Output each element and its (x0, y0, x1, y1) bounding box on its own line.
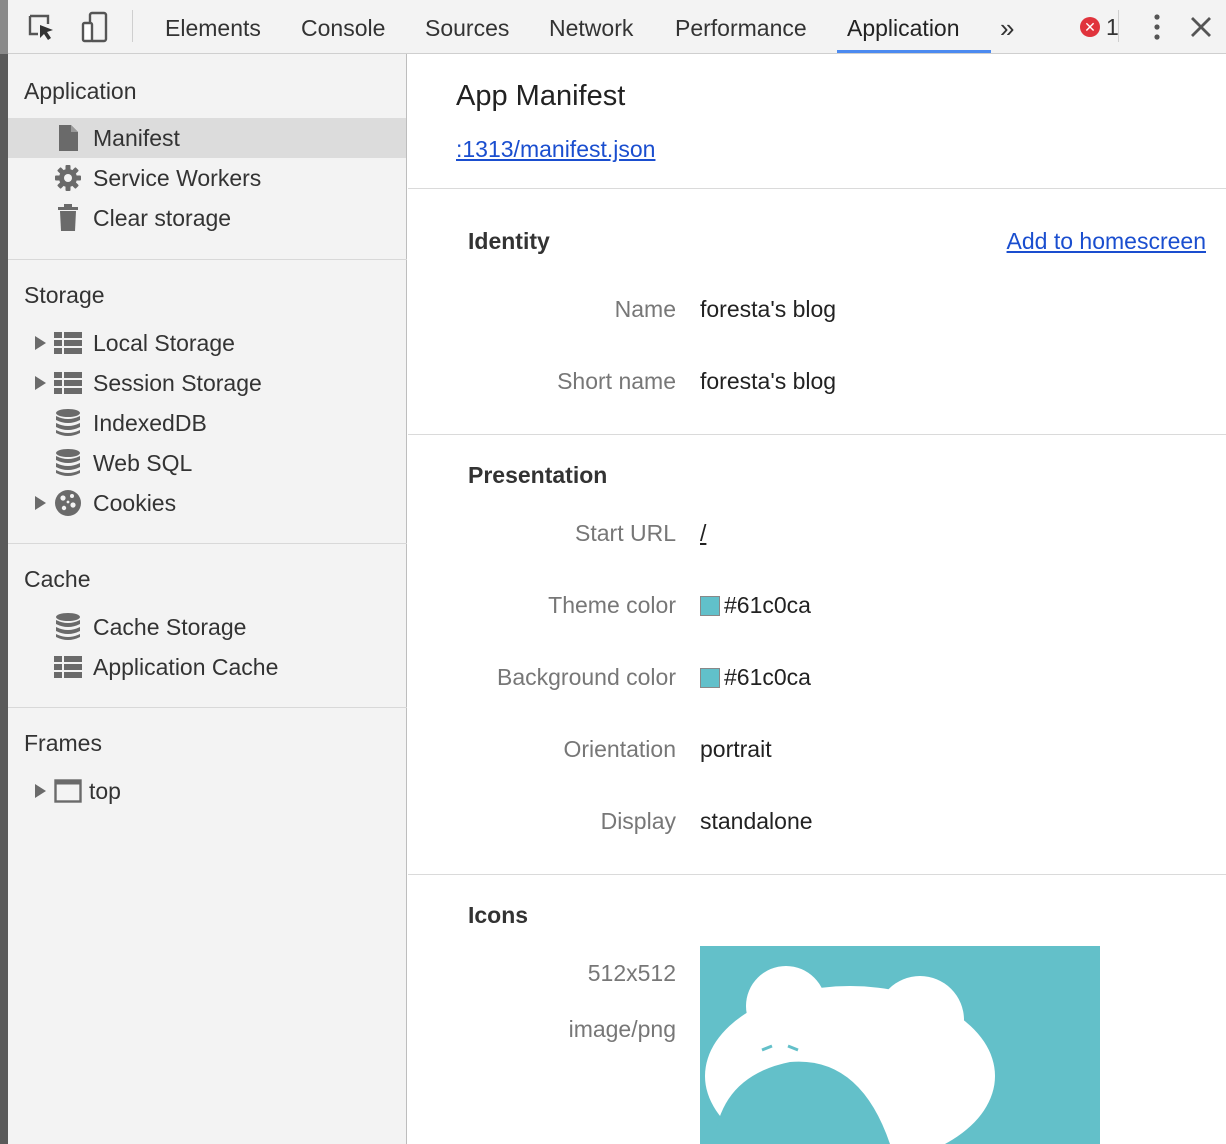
icons-title: Icons (468, 902, 529, 928)
sidebar-item-web-sql[interactable]: Web SQL (8, 443, 406, 483)
tab-console[interactable]: Console (301, 0, 385, 54)
tab-elements[interactable]: Elements (165, 0, 261, 54)
section-title-storage: Storage (24, 282, 105, 308)
section-divider (408, 434, 1226, 435)
inspect-element-icon[interactable] (22, 8, 60, 46)
sidebar-item-label: Cache Storage (93, 613, 247, 640)
toolbar-separator (1118, 10, 1119, 42)
sidebar-item-label: Clear storage (93, 204, 232, 231)
section-divider (408, 188, 1226, 189)
sidebar-item-label: Session Storage (93, 369, 262, 396)
trash-icon (54, 204, 82, 232)
icon-size-label: 512x512 (587, 960, 676, 986)
background-color-value: #61c0ca (700, 664, 811, 691)
sidebar-item-cookies[interactable]: Cookies (8, 483, 406, 523)
background-color-label: Background color (497, 664, 676, 690)
display-label: Display (600, 808, 676, 834)
document-icon (54, 124, 82, 152)
name-value: foresta's blog (700, 296, 837, 322)
grid-icon (54, 369, 82, 397)
sidebar-item-label: Manifest (93, 124, 180, 151)
tab-network[interactable]: Network (549, 0, 633, 54)
sidebar-item-manifest[interactable]: Manifest (8, 118, 406, 158)
theme-color-label: Theme color (548, 592, 676, 618)
grid-icon (54, 653, 82, 681)
cookie-icon (54, 489, 82, 517)
icon-type-label: image/png (568, 1016, 676, 1042)
window-edge (0, 0, 8, 1144)
error-count: 1 (1106, 13, 1119, 40)
grid-icon (54, 329, 82, 357)
tab-sources[interactable]: Sources (425, 0, 509, 54)
active-tab-indicator (837, 50, 991, 53)
sidebar-divider (8, 259, 407, 260)
page-title: App Manifest (456, 80, 626, 112)
orientation-value: portrait (700, 736, 772, 762)
sidebar-item-application-cache[interactable]: Application Cache (8, 647, 406, 687)
sidebar-item-label: IndexedDB (93, 409, 207, 436)
sidebar-item-clear-storage[interactable]: Clear storage (8, 198, 406, 238)
sidebar-item-label: Service Workers (93, 164, 262, 191)
sidebar-item-indexeddb[interactable]: IndexedDB (8, 403, 406, 443)
orientation-label: Orientation (563, 736, 676, 762)
background-color-swatch (700, 667, 720, 688)
kebab-menu-icon[interactable] (1138, 8, 1176, 46)
sidebar-item-session-storage[interactable]: Session Storage (8, 363, 406, 403)
start-url-link[interactable]: / (700, 520, 706, 547)
database-icon (54, 449, 82, 477)
application-sidebar: Application Manifest Service Workers Cle… (8, 54, 407, 1144)
expand-arrow-icon[interactable] (34, 376, 46, 390)
background-color-text: #61c0ca (724, 664, 811, 690)
start-url-label: Start URL (575, 520, 676, 546)
manifest-link[interactable]: :1313/manifest.json (456, 136, 655, 163)
close-icon[interactable] (1182, 8, 1220, 46)
gear-icon (54, 164, 82, 192)
devtools-toolbar: Elements Console Sources Network Perform… (8, 0, 1226, 54)
sidebar-item-label: Cookies (93, 489, 177, 516)
sidebar-item-cache-storage[interactable]: Cache Storage (8, 607, 406, 647)
expand-arrow-icon[interactable] (34, 496, 46, 510)
presentation-title: Presentation (468, 462, 608, 488)
sidebar-divider (8, 707, 407, 708)
tab-performance[interactable]: Performance (675, 0, 807, 54)
expand-arrow-icon[interactable] (34, 336, 46, 350)
sidebar-item-label: Web SQL (93, 449, 193, 476)
theme-color-value: #61c0ca (700, 592, 811, 619)
sidebar-divider (8, 543, 407, 544)
section-title-frames: Frames (24, 730, 102, 756)
short-name-label: Short name (557, 368, 676, 394)
sidebar-item-label: Application Cache (93, 653, 279, 680)
app-icon-preview (700, 946, 1100, 1144)
theme-color-swatch (700, 595, 720, 616)
display-value: standalone (700, 808, 813, 834)
short-name-value: foresta's blog (700, 368, 837, 394)
sidebar-item-service-workers[interactable]: Service Workers (8, 158, 406, 198)
section-divider (408, 874, 1226, 875)
device-toolbar-icon[interactable] (76, 8, 114, 46)
add-to-homescreen-link[interactable]: Add to homescreen (1007, 228, 1206, 255)
section-title-application: Application (24, 78, 137, 104)
database-icon (54, 409, 82, 437)
section-title-cache: Cache (24, 566, 91, 592)
error-icon: ✕ (1080, 17, 1100, 37)
manifest-panel: App Manifest :1313/manifest.json Identit… (408, 54, 1226, 1144)
expand-arrow-icon[interactable] (34, 784, 46, 798)
identity-title: Identity (468, 228, 550, 254)
theme-color-text: #61c0ca (724, 592, 811, 618)
sidebar-item-label: top (89, 777, 121, 804)
sidebar-item-label: Local Storage (93, 329, 235, 356)
toolbar-separator (132, 10, 133, 42)
name-label: Name (614, 296, 676, 322)
database-icon (54, 613, 82, 641)
sidebar-item-frame-top[interactable]: top (8, 771, 406, 811)
more-tabs-button[interactable]: » (1000, 0, 1014, 54)
frame-icon (54, 777, 82, 805)
error-counter[interactable]: ✕ 1 (1080, 14, 1119, 40)
tab-application[interactable]: Application (847, 0, 960, 54)
sidebar-item-local-storage[interactable]: Local Storage (8, 323, 406, 363)
